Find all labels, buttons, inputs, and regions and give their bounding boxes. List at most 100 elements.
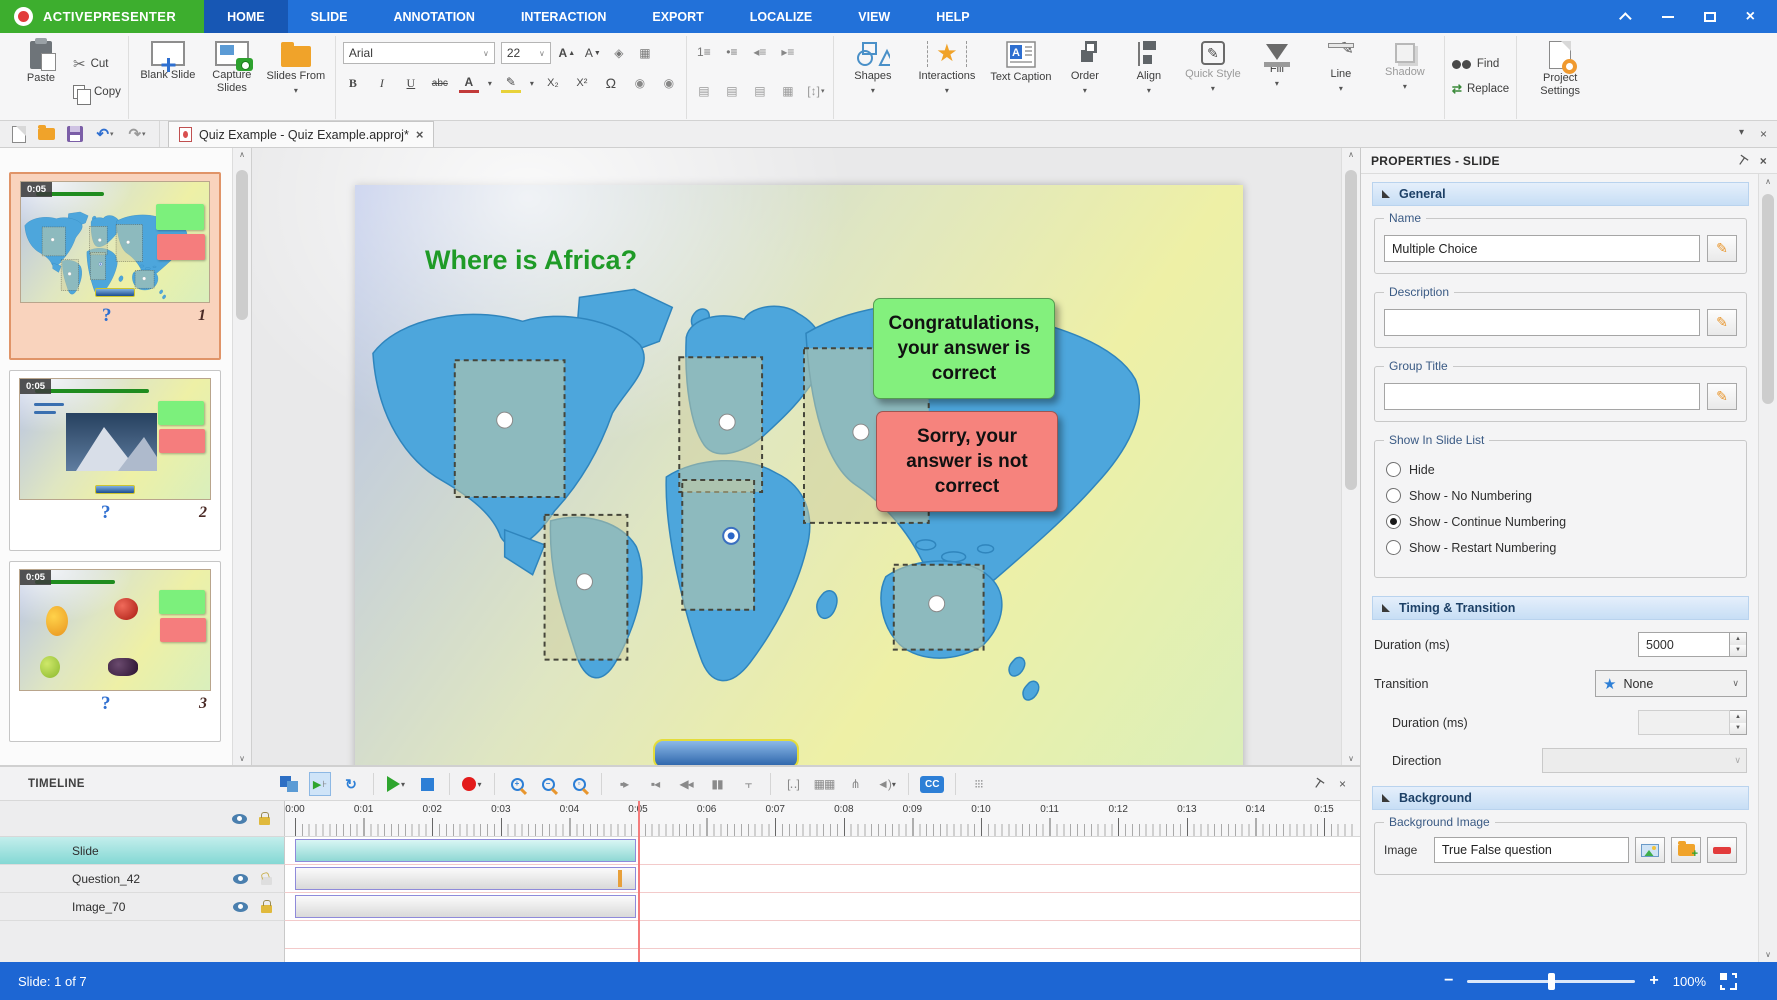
increase-indent-icon[interactable]: ▸≡ — [778, 42, 798, 62]
lock-all-tracks-icon[interactable] — [259, 817, 270, 825]
visibility-icon[interactable] — [233, 874, 248, 884]
import-image-button[interactable]: + — [1671, 837, 1701, 863]
scroll-up-icon[interactable]: ∧ — [1765, 177, 1771, 186]
minimize-icon[interactable] — [1662, 16, 1674, 18]
close-all-documents-icon[interactable]: × — [1760, 127, 1767, 141]
bold-button[interactable]: B — [343, 73, 363, 93]
grow-font-button[interactable]: A▲ — [557, 43, 577, 63]
highlight-color-button[interactable]: ✎ — [501, 73, 521, 93]
shadow-button[interactable]: Shadow ▾ — [1373, 38, 1437, 91]
capture-slides-button[interactable]: Capture Slides — [200, 38, 264, 94]
text-caption-button[interactable]: A Text Caption — [989, 38, 1053, 84]
zoom-in-icon[interactable]: + — [506, 772, 528, 796]
submit-button[interactable] — [653, 739, 799, 765]
line-spacing-icon[interactable]: [↕]▾ — [806, 81, 826, 101]
stop-button[interactable] — [416, 772, 438, 796]
timing-transition-section-header[interactable]: Timing & Transition — [1372, 596, 1749, 620]
transition-select[interactable]: ★ None ∨ — [1595, 670, 1747, 697]
noise-reduction-icon[interactable]: ⋔ — [844, 772, 866, 796]
slides-from-button[interactable]: Slides From ▾ — [264, 38, 328, 95]
split-icon[interactable]: ◀◂ — [675, 772, 697, 796]
pan-timeline-icon[interactable]: ▶⊦ — [309, 772, 331, 796]
scroll-down-icon[interactable]: ∨ — [239, 754, 245, 763]
radio-hide[interactable]: Hide — [1386, 462, 1735, 477]
track-row-image[interactable]: Image_70 — [0, 893, 1360, 921]
save-icon[interactable] — [67, 126, 83, 142]
shapes-button[interactable]: Shapes ▾ — [841, 38, 905, 95]
lock-icon[interactable] — [261, 905, 272, 913]
menu-tab-export[interactable]: EXPORT — [629, 0, 726, 33]
spin-up-icon[interactable]: ▲ — [1730, 633, 1746, 645]
group-title-field[interactable] — [1384, 383, 1700, 410]
undo-button[interactable]: ↶▾ — [95, 124, 115, 144]
menu-tab-annotation[interactable]: ANNOTATION — [370, 0, 497, 33]
incorrect-feedback-caption[interactable]: Sorry, your answer is not correct — [876, 411, 1058, 512]
join-icon[interactable]: ▮▮ — [706, 772, 728, 796]
track-row-slide[interactable]: Slide — [0, 837, 1360, 865]
zoom-fit-icon[interactable]: ▫ — [568, 772, 590, 796]
align-right-icon[interactable]: ▤ — [750, 81, 770, 101]
paste-button[interactable]: Paste — [9, 38, 73, 85]
choose-image-button[interactable] — [1635, 837, 1665, 863]
maximize-icon[interactable] — [1704, 12, 1716, 22]
timeline-ruler[interactable]: 0:000:010:020:030:040:050:060:070:080:09… — [0, 801, 1360, 837]
font-family-select[interactable]: Arial ∨ — [343, 42, 495, 64]
zoom-out-icon[interactable]: − — [537, 772, 559, 796]
font-color-button[interactable]: A — [459, 73, 479, 93]
tab-list-dropdown-icon[interactable]: ▾ — [1739, 127, 1744, 141]
blank-slide-button[interactable]: Blank Slide — [136, 38, 200, 82]
redo-button[interactable]: ↷▾ — [127, 124, 147, 144]
close-document-icon[interactable]: × — [416, 127, 424, 142]
properties-scrollbar[interactable]: ∧ ∨ — [1758, 174, 1777, 962]
zoom-in-button[interactable]: + — [1649, 972, 1658, 990]
menu-tab-interaction[interactable]: INTERACTION — [498, 0, 629, 33]
find-button[interactable]: Find — [1452, 58, 1509, 70]
pin-panel-icon[interactable]: ⊤ — [1734, 152, 1751, 170]
menu-tab-view[interactable]: VIEW — [835, 0, 913, 33]
menu-tab-home[interactable]: HOME — [204, 0, 288, 33]
zoom-slider[interactable] — [1467, 980, 1635, 983]
menu-tab-localize[interactable]: LOCALIZE — [727, 0, 836, 33]
collapse-ribbon-icon[interactable] — [1619, 12, 1632, 25]
slide-thumbnail-2[interactable]: 0:05 ? 2 — [9, 370, 221, 551]
slide-editing-area[interactable]: Where is Africa? Congratulations, your a… — [355, 185, 1243, 765]
decrease-indent-icon[interactable]: ◂≡ — [750, 42, 770, 62]
edit-group-title-button[interactable]: ✎ — [1707, 383, 1737, 410]
spin-down-icon[interactable]: ▼ — [1730, 645, 1746, 657]
slide-thumbnail-1[interactable]: 0:05 ? 1 — [9, 172, 221, 360]
zoom-slider-handle[interactable] — [1548, 973, 1555, 990]
copy-button[interactable]: Copy — [73, 85, 121, 99]
radio-show-no-numbering[interactable]: Show - No Numbering — [1386, 488, 1735, 503]
font-size-select[interactable]: 22 ∨ — [501, 42, 551, 64]
playhead[interactable] — [638, 801, 640, 962]
quick-style-button[interactable]: ✎ Quick Style ▾ — [1181, 38, 1245, 93]
change-case-icon[interactable]: ◉ — [659, 73, 679, 93]
question-track-bar[interactable] — [295, 867, 636, 890]
name-field[interactable] — [1384, 235, 1700, 262]
close-panel-icon[interactable]: × — [1760, 154, 1767, 168]
general-section-header[interactable]: General — [1372, 182, 1749, 206]
correct-feedback-caption[interactable]: Congratulations, your answer is correct — [873, 298, 1055, 399]
slide-thumbnail-3[interactable]: 0:05 ? 3 — [9, 561, 221, 742]
radio-show-restart-numbering[interactable]: Show - Restart Numbering — [1386, 540, 1735, 555]
track-header-question[interactable]: Question_42 — [0, 865, 285, 893]
insert-symbol-button[interactable]: Ω — [601, 73, 621, 93]
duration-stepper[interactable]: 5000 ▲▼ — [1638, 632, 1747, 657]
highlight-dropdown-icon[interactable]: ▾ — [530, 79, 534, 88]
cut-button[interactable]: ✂ Cut — [73, 55, 121, 73]
close-icon[interactable]: × — [1746, 9, 1755, 25]
fill-button[interactable]: Fill ▾ — [1245, 38, 1309, 88]
new-document-icon[interactable] — [12, 126, 26, 143]
thumbnails-scrollbar[interactable]: ∧ ∨ — [232, 148, 251, 765]
align-left-icon[interactable]: ▤ — [694, 81, 714, 101]
strikethrough-button[interactable]: abc — [430, 73, 450, 93]
bullet-list-icon[interactable]: •≡ — [722, 42, 742, 62]
font-color-dropdown-icon[interactable]: ▾ — [488, 79, 492, 88]
snap-settings-icon[interactable]: ⁝⁝⁝ — [967, 772, 989, 796]
interactions-button[interactable]: ★ Interactions ▾ — [905, 38, 989, 95]
image-track-bar[interactable] — [295, 895, 636, 918]
insert-time-icon[interactable]: ▪▸ — [613, 772, 635, 796]
remove-image-button[interactable] — [1707, 837, 1737, 863]
slide-title-text[interactable]: Where is Africa? — [425, 245, 637, 276]
scroll-down-icon[interactable]: ∨ — [1348, 754, 1354, 763]
